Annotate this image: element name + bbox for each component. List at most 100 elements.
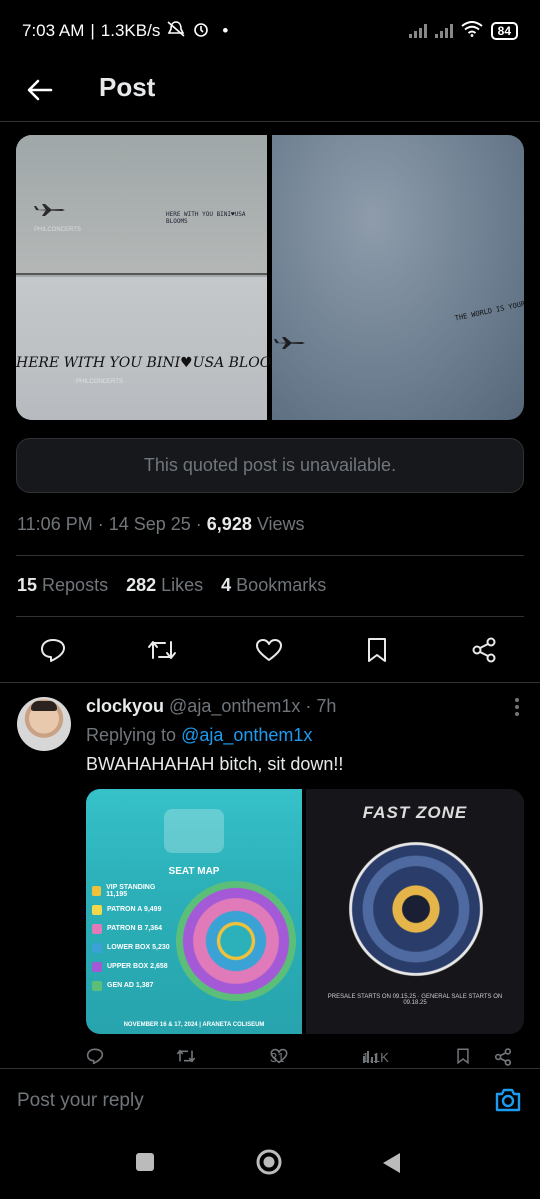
watermark: PHILCONCERTS bbox=[34, 227, 81, 233]
airplane-icon bbox=[34, 204, 65, 216]
reply-input[interactable]: Post your reply bbox=[17, 1090, 144, 1112]
reply-image-fast-zone[interactable]: FAST ZONE PRESALE STARTS ON 09.15.25 · G… bbox=[306, 789, 524, 1034]
divider bbox=[16, 555, 524, 556]
reply-composer[interactable]: Post your reply bbox=[0, 1068, 540, 1130]
home-button[interactable] bbox=[255, 1148, 283, 1181]
share-button[interactable] bbox=[464, 630, 504, 670]
fast-zone-seat-graphic bbox=[348, 841, 484, 977]
divider-2 bbox=[16, 616, 524, 617]
reply-comment-button[interactable] bbox=[86, 1048, 104, 1064]
page-title: Post bbox=[99, 72, 156, 102]
triangle-back-icon bbox=[383, 1153, 400, 1173]
share-icon bbox=[494, 1048, 512, 1066]
avatar[interactable] bbox=[17, 697, 71, 751]
bookmarks-count: 4 bbox=[221, 575, 232, 595]
reply-repost-button[interactable] bbox=[176, 1048, 196, 1064]
reply-author-handle[interactable]: @aja_onthem1x bbox=[169, 696, 300, 716]
replying-to-link[interactable]: @aja_onthem1x bbox=[181, 725, 312, 745]
legend-swatch bbox=[92, 904, 102, 915]
reply-views-count: 1.1K bbox=[362, 1050, 389, 1065]
status-bar: 7:03 AM | 1.3KB/s • 84 bbox=[0, 0, 540, 62]
recents-button[interactable] bbox=[134, 1151, 156, 1178]
reply-header: clockyou @aja_onthem1x · 7h bbox=[86, 696, 336, 717]
reply-like-button[interactable]: 31 bbox=[270, 1048, 288, 1065]
replying-to-label: Replying to bbox=[86, 725, 182, 745]
post-actions bbox=[0, 630, 540, 670]
likes-count: 282 bbox=[126, 575, 157, 595]
watermark-2: PHILCONCERTS bbox=[76, 379, 123, 385]
reposts-stat[interactable]: 15 Reposts bbox=[17, 575, 108, 596]
post-meta: 11:06 PM · 14 Sep 25 · 6,928 Views bbox=[17, 514, 305, 535]
legend-swatch bbox=[92, 980, 102, 991]
legend-item: LOWER BOX 5,230 bbox=[92, 938, 172, 957]
legend-item: GEN AD 1,387 bbox=[92, 976, 172, 995]
comment-icon bbox=[41, 639, 65, 662]
legend-item: UPPER BOX 2,658 bbox=[92, 957, 172, 976]
bookmark-button[interactable] bbox=[357, 630, 397, 670]
bookmarks-label: Bookmarks bbox=[231, 575, 327, 595]
reply-image-seat-map[interactable]: SEAT MAP VIP STANDING 11,195 PATRON A 9,… bbox=[86, 789, 302, 1034]
like-button[interactable] bbox=[249, 630, 289, 670]
share-icon bbox=[472, 637, 496, 663]
fast-zone-title: FAST ZONE bbox=[362, 803, 468, 822]
legend-swatch bbox=[92, 942, 102, 953]
post-image-2[interactable]: THE WORLD IS YOURS, SE bbox=[272, 135, 524, 420]
quoted-post-unavailable: This quoted post is unavailable. bbox=[16, 438, 524, 493]
reply-share-button[interactable] bbox=[494, 1048, 512, 1066]
meta-dot: · bbox=[92, 514, 109, 534]
back-nav-button[interactable] bbox=[380, 1151, 402, 1180]
reply-views-button[interactable]: 1.1K bbox=[362, 1048, 389, 1065]
repost-button[interactable] bbox=[142, 630, 182, 670]
likes-label: Likes bbox=[156, 575, 204, 595]
mute-icon bbox=[166, 20, 186, 43]
image-top-half: PHILCONCERTS HERE WITH YOU BINI♥USA BLOO… bbox=[16, 135, 267, 275]
reply-button[interactable] bbox=[33, 630, 73, 670]
status-separator: | bbox=[90, 21, 95, 40]
more-options-button[interactable] bbox=[514, 697, 520, 722]
legend-item: PATRON A 9,499 bbox=[92, 900, 172, 919]
banner-text-sky: THE WORLD IS YOURS, SE bbox=[454, 295, 524, 323]
legend-label: PATRON A 9,499 bbox=[107, 906, 162, 913]
reposts-count: 15 bbox=[17, 575, 38, 595]
battery-indicator: 84 bbox=[490, 22, 518, 40]
legend-swatch bbox=[92, 961, 102, 972]
more-vertical-icon bbox=[515, 698, 519, 716]
legend-label: LOWER BOX 5,230 bbox=[107, 944, 170, 951]
circle-icon bbox=[256, 1149, 282, 1175]
seat-map-graphic bbox=[176, 881, 296, 1001]
seat-map-legend: VIP STANDING 11,195 PATRON A 9,499 PATRO… bbox=[92, 881, 172, 995]
reply-post[interactable]: clockyou @aja_onthem1x · 7h Replying to @… bbox=[0, 682, 540, 1062]
status-speed: 1.3KB/s bbox=[100, 21, 161, 40]
post-image-1[interactable]: PHILCONCERTS HERE WITH YOU BINI♥USA BLOO… bbox=[16, 135, 300, 420]
banner-text-small: HERE WITH YOU BINI♥USA BLOOMS bbox=[166, 211, 246, 225]
bookmarks-stat[interactable]: 4 Bookmarks bbox=[221, 575, 326, 596]
reposts-label: Reposts bbox=[37, 575, 109, 595]
status-dot: • bbox=[222, 21, 229, 40]
bookmark-icon bbox=[457, 1048, 469, 1064]
image-bottom-half: HERE WITH YOU BINI♥USA BLOOMS/ PHILCONCE… bbox=[16, 277, 300, 420]
arrow-left-icon bbox=[27, 79, 53, 101]
camera-icon bbox=[495, 1088, 521, 1112]
seat-map-title: SEAT MAP bbox=[168, 866, 220, 877]
legend-label: VIP STANDING 11,195 bbox=[106, 883, 156, 898]
likes-stat[interactable]: 282 Likes bbox=[126, 575, 203, 596]
legend-swatch bbox=[92, 885, 102, 896]
reply-author-name[interactable]: clockyou bbox=[86, 696, 164, 716]
camera-button[interactable] bbox=[494, 1087, 522, 1118]
back-button[interactable] bbox=[22, 72, 58, 108]
post-media-grid: PHILCONCERTS HERE WITH YOU BINI♥USA BLOO… bbox=[16, 135, 524, 420]
event-logo bbox=[164, 809, 224, 853]
legend-label: GEN AD 1,387 bbox=[107, 982, 154, 989]
comment-icon bbox=[86, 1048, 104, 1064]
signal-icon-2 bbox=[434, 24, 453, 38]
reply-bookmark-button[interactable] bbox=[456, 1048, 470, 1064]
post-stats: 15 Reposts 282 Likes 4 Bookmarks bbox=[17, 575, 326, 596]
reply-age: · 7h bbox=[300, 696, 337, 716]
reply-actions: 31 1.1K bbox=[0, 1046, 540, 1070]
banner-text-large: HERE WITH YOU BINI♥USA BLOOMS/ bbox=[16, 355, 300, 371]
top-bar: Post bbox=[0, 62, 540, 122]
legend-item: PATRON B 7,364 bbox=[92, 919, 172, 938]
post-time: 11:06 PM bbox=[17, 514, 93, 534]
legend-item: VIP STANDING 11,195 bbox=[92, 881, 172, 900]
airplane-icon-2 bbox=[274, 337, 305, 349]
